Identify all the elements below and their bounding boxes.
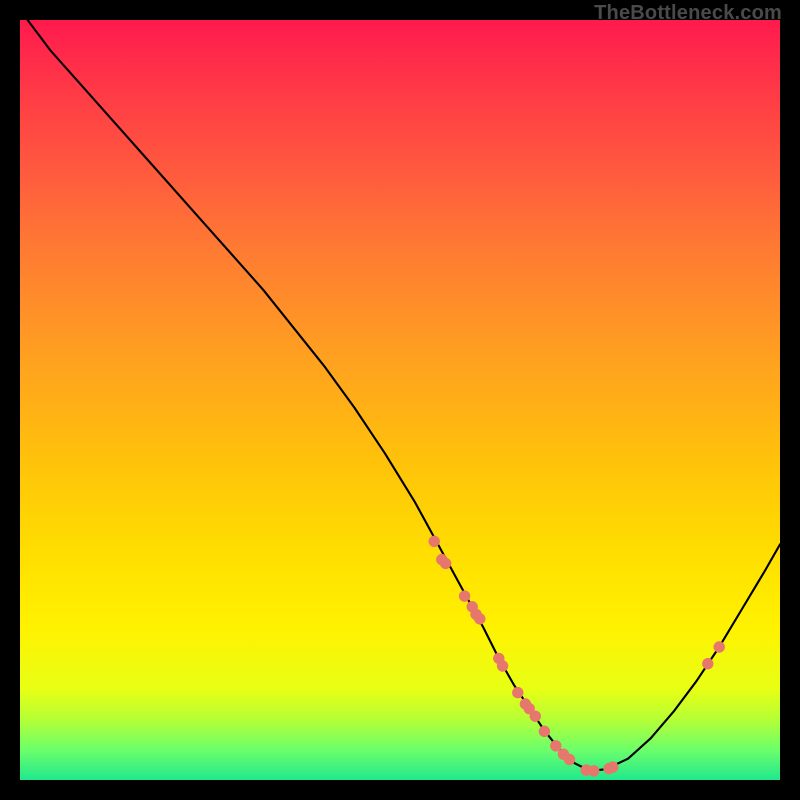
data-point [440, 558, 451, 569]
bottleneck-curve [28, 20, 780, 771]
data-point [497, 660, 508, 671]
data-point [588, 765, 599, 776]
data-point [702, 658, 713, 669]
data-point [539, 726, 550, 737]
data-point [429, 536, 440, 547]
data-point [530, 710, 541, 721]
data-point [564, 754, 575, 765]
data-point [474, 613, 485, 624]
data-point [714, 641, 725, 652]
marked-points-group [429, 536, 725, 777]
chart-overlay-svg [20, 20, 780, 780]
chart-stage: TheBottleneck.com [0, 0, 800, 800]
data-point [459, 590, 470, 601]
data-point [512, 687, 523, 698]
watermark-text: TheBottleneck.com [594, 2, 782, 25]
data-point [607, 761, 618, 772]
